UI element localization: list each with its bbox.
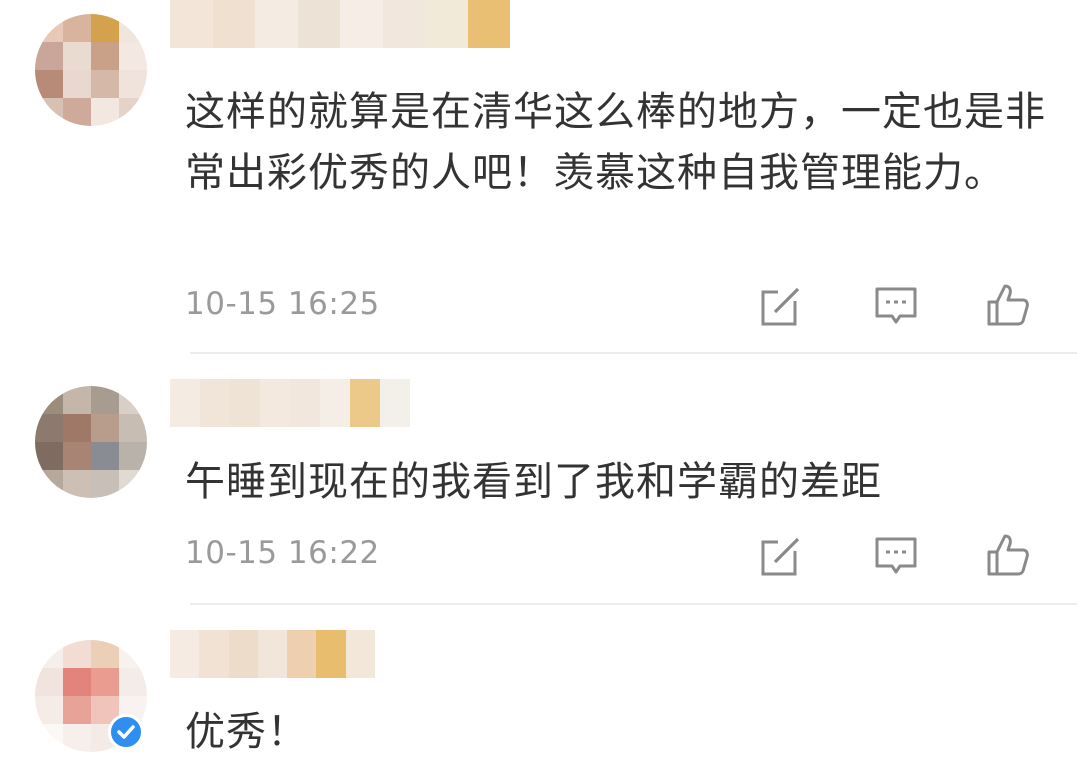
- username-mosaic-cell: [316, 630, 346, 678]
- divider: [190, 603, 1077, 605]
- avatar-mosaic-cell: [63, 470, 91, 498]
- share-edit-icon: [761, 287, 800, 326]
- thumbs-up-icon: [987, 284, 1029, 326]
- comment-bubble-icon: [875, 537, 917, 574]
- username-mosaic-cell: [257, 630, 288, 678]
- avatar-mosaic-cell: [63, 414, 91, 442]
- avatar-mosaic-cell: [91, 70, 119, 98]
- avatar-mosaic-cell: [119, 414, 147, 442]
- username-mosaic-cell: [255, 0, 298, 48]
- username-mosaic-cell: [170, 0, 213, 48]
- avatar-mosaic-cell: [63, 70, 91, 98]
- username-mosaic-cell: [297, 0, 340, 48]
- avatar-mosaic-cell: [35, 442, 63, 470]
- avatar-mosaic-cell: [35, 98, 63, 126]
- username-blurred[interactable]: [170, 630, 375, 678]
- repost-button[interactable]: [758, 283, 804, 329]
- avatar-mosaic-cell: [63, 696, 91, 724]
- username-mosaic-cell: [230, 379, 260, 427]
- avatar-mosaic-cell: [35, 668, 63, 696]
- username-mosaic-cell: [290, 379, 320, 427]
- username-mosaic-cell: [199, 630, 229, 678]
- username-mosaic-cell: [320, 379, 350, 427]
- repost-button[interactable]: [758, 533, 804, 579]
- username-mosaic-cell: [350, 379, 380, 427]
- avatar-mosaic-cell: [91, 414, 119, 442]
- avatar-mosaic-cell: [35, 724, 63, 752]
- reply-button[interactable]: [873, 283, 919, 329]
- username-mosaic-cell: [200, 379, 230, 427]
- like-button[interactable]: [985, 532, 1031, 578]
- like-button[interactable]: [985, 282, 1031, 328]
- avatar-mosaic-cell: [63, 98, 91, 126]
- thumbs-up-icon: [987, 534, 1029, 576]
- avatar-mosaic-cell: [35, 414, 63, 442]
- avatar-mosaic-cell: [119, 14, 147, 42]
- avatar-mosaic-cell: [91, 668, 119, 696]
- verified-check-icon: [108, 714, 144, 750]
- avatar[interactable]: [35, 386, 147, 498]
- username-mosaic-cell: [340, 0, 383, 48]
- username-mosaic-cell: [212, 0, 255, 48]
- username-mosaic-cell: [467, 0, 510, 48]
- username-mosaic-cell: [260, 379, 290, 427]
- username-mosaic-cell: [380, 379, 410, 427]
- username-mosaic-cell: [382, 0, 425, 48]
- avatar-mosaic-cell: [91, 386, 119, 414]
- avatar-mosaic-cell: [119, 42, 147, 70]
- username-mosaic-cell: [170, 630, 200, 678]
- avatar[interactable]: [35, 14, 147, 126]
- avatar-mosaic-cell: [35, 696, 63, 724]
- avatar-mosaic-cell: [63, 442, 91, 470]
- avatar-mosaic-cell: [35, 470, 63, 498]
- avatar-mosaic-cell: [91, 640, 119, 668]
- username-mosaic-cell: [425, 0, 468, 48]
- comment-timestamp: 10-15 16:22: [185, 535, 380, 571]
- avatar-mosaic-cell: [119, 386, 147, 414]
- comment-bubble-icon: [875, 287, 917, 324]
- avatar-mosaic-cell: [63, 724, 91, 752]
- avatar-mosaic-cell: [63, 640, 91, 668]
- username-mosaic-cell: [287, 630, 317, 678]
- username-blurred[interactable]: [170, 0, 510, 48]
- avatar-mosaic-cell: [35, 386, 63, 414]
- avatar-mosaic-cell: [63, 386, 91, 414]
- avatar-mosaic-cell: [119, 640, 147, 668]
- avatar-mosaic-cell: [35, 640, 63, 668]
- avatar-mosaic-cell: [119, 98, 147, 126]
- avatar-mosaic-cell: [119, 668, 147, 696]
- avatar-mosaic-cell: [119, 70, 147, 98]
- comment-text: 午睡到现在的我看到了我和学霸的差距: [185, 459, 882, 505]
- avatar-mosaic-cell: [91, 98, 119, 126]
- avatar-mosaic-cell: [119, 470, 147, 498]
- avatar-mosaic-cell: [35, 70, 63, 98]
- username-mosaic-cell: [345, 630, 375, 678]
- avatar-mosaic-cell: [91, 14, 119, 42]
- avatar-mosaic-cell: [63, 14, 91, 42]
- avatar-mosaic-cell: [35, 14, 63, 42]
- comment-text: 这样的就算是在清华这么棒的地方，一定也是非常出彩优秀的人吧！羡慕这种自我管理能力…: [185, 89, 1046, 196]
- divider: [190, 352, 1077, 354]
- username-mosaic-cell: [228, 630, 258, 678]
- avatar-mosaic-cell: [91, 470, 119, 498]
- avatar-mosaic-cell: [91, 42, 119, 70]
- username-mosaic-cell: [170, 379, 200, 427]
- share-edit-icon: [761, 537, 800, 576]
- avatar-mosaic-cell: [119, 442, 147, 470]
- comment-timestamp: 10-15 16:25: [185, 286, 380, 322]
- reply-button[interactable]: [873, 533, 919, 579]
- avatar-mosaic-cell: [63, 42, 91, 70]
- avatar-mosaic-cell: [35, 42, 63, 70]
- username-blurred[interactable]: [170, 379, 410, 427]
- avatar-mosaic-cell: [63, 668, 91, 696]
- avatar-mosaic-cell: [91, 442, 119, 470]
